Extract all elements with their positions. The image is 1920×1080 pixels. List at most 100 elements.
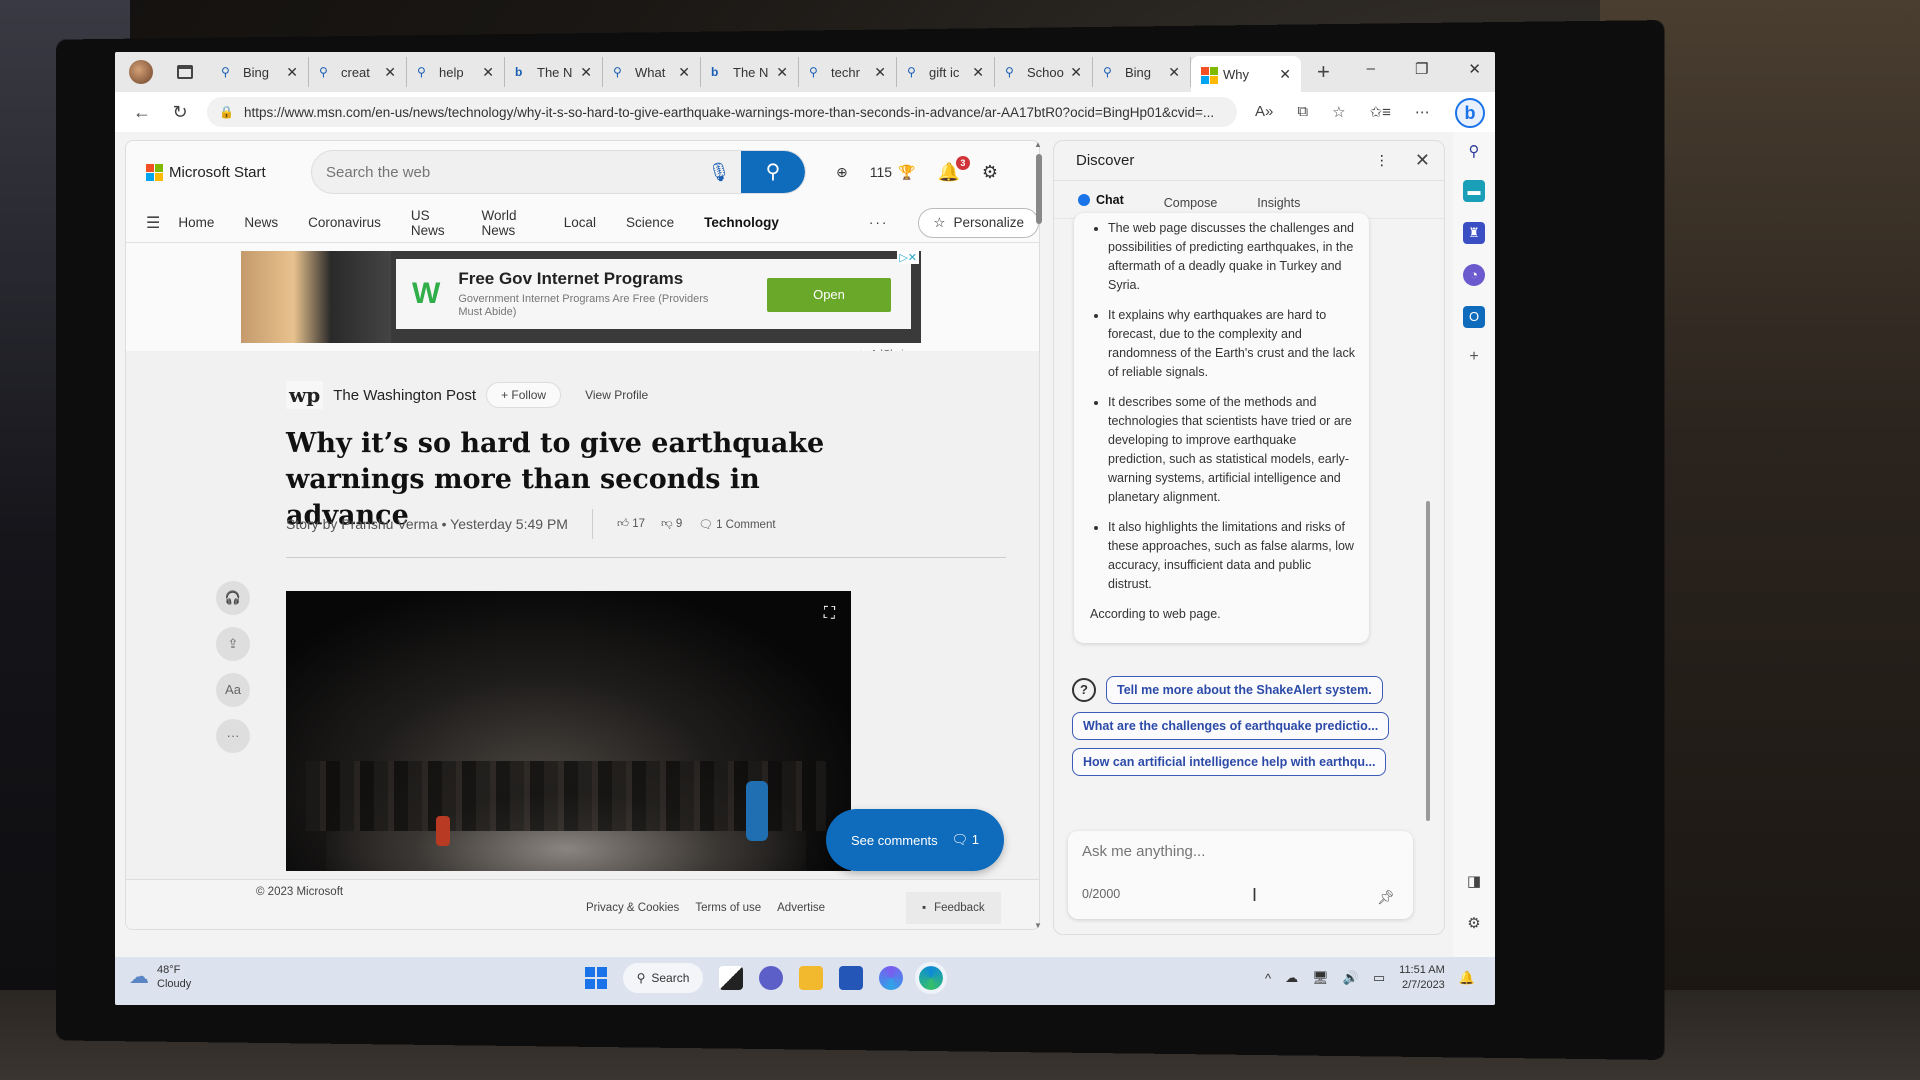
outlook-icon[interactable]: O — [1463, 306, 1485, 328]
share-icon[interactable]: ⇪ — [216, 627, 250, 661]
follow-button[interactable]: + Follow — [486, 382, 562, 408]
ad-title[interactable]: Free Gov Internet Programs — [458, 269, 728, 289]
address-bar[interactable]: 🔒 https://www.msn.com/en-us/news/technol… — [207, 97, 1237, 127]
teams-chat-icon[interactable] — [759, 966, 783, 990]
nav-world-news[interactable]: World News — [481, 208, 533, 238]
feedback-button[interactable]: ▪ Feedback — [906, 892, 1001, 924]
immersive-reader-icon[interactable]: ⧉ — [1297, 103, 1308, 121]
settings-more-icon[interactable]: ⋯ — [1415, 103, 1430, 121]
notifications-button[interactable]: 🔔 3 — [938, 155, 970, 183]
taskbar-search[interactable]: ⚲ Search — [623, 963, 703, 993]
sidebar-settings-gear-icon[interactable]: ⚙ — [1467, 914, 1480, 932]
scroll-down-arrow-icon[interactable]: ▼ — [1034, 921, 1042, 930]
privacy-cookies-link[interactable]: Privacy & Cookies — [586, 902, 679, 914]
favorites-icon[interactable]: ✩≡ — [1370, 103, 1391, 121]
edge-browser-icon[interactable] — [915, 962, 947, 994]
weather-widget[interactable]: ☁ 48°F Cloudy — [129, 963, 191, 991]
terms-of-use-link[interactable]: Terms of use — [695, 902, 761, 914]
text-size-icon[interactable]: Aa — [216, 673, 250, 707]
onedrive-icon[interactable]: ☁ — [1285, 970, 1298, 986]
browser-tab[interactable]: b The N ✕ — [505, 57, 603, 87]
windows-start-icon[interactable] — [585, 967, 607, 989]
tab-actions-icon[interactable] — [177, 65, 193, 79]
pin-icon[interactable]: 📌︎ — [1377, 889, 1395, 906]
comments-link[interactable]: 🗨 1 Comment — [698, 517, 775, 531]
suggestion-chip[interactable]: Tell me more about the ShakeAlert system… — [1106, 676, 1383, 704]
close-icon[interactable]: ✕ — [1415, 150, 1430, 171]
tab-close-icon[interactable]: ✕ — [384, 64, 396, 81]
listen-headphones-icon[interactable]: 🎧 — [216, 581, 250, 615]
clock[interactable]: 11:51 AM 2/7/2023 — [1399, 963, 1445, 993]
advertisement-banner[interactable]: W Free Gov Internet Programs Government … — [241, 251, 921, 343]
close-window-button[interactable]: ✕ — [1468, 60, 1481, 78]
search-button[interactable]: ⚲ — [741, 151, 805, 193]
article-hero-image[interactable]: ⛶ — [286, 591, 851, 871]
scroll-up-arrow-icon[interactable]: ▲ — [1034, 140, 1042, 149]
show-hidden-icons-chevron-icon[interactable]: ^ — [1265, 971, 1271, 986]
tab-close-icon[interactable]: ✕ — [286, 64, 298, 81]
ask-input[interactable] — [1082, 843, 1382, 867]
minimize-button[interactable]: – — [1367, 60, 1375, 78]
microsoft-365-icon[interactable]: ◔ — [1463, 264, 1485, 286]
view-profile-link[interactable]: View Profile — [585, 388, 648, 402]
tab-close-icon[interactable]: ✕ — [1279, 66, 1291, 83]
new-tab-button[interactable]: + — [1317, 59, 1330, 85]
hamburger-menu-icon[interactable]: ☰ — [146, 213, 160, 233]
page-scrollbar[interactable]: ▲ ▼ — [1033, 140, 1045, 930]
browser-tab[interactable]: ⚲ What ✕ — [603, 57, 701, 87]
add-favorite-icon[interactable]: ☆ — [1332, 103, 1345, 121]
shopping-icon[interactable]: ▬ — [1463, 180, 1485, 202]
nav-news[interactable]: News — [244, 215, 278, 230]
nav-science[interactable]: Science — [626, 215, 674, 230]
games-icon[interactable]: ♜ — [1463, 222, 1485, 244]
rewards-button[interactable]: 115 🏆 — [870, 164, 916, 181]
nav-local[interactable]: Local — [564, 215, 596, 230]
bing-chat-icon[interactable]: b — [1455, 98, 1485, 128]
add-account-icon[interactable]: ⊕ — [836, 164, 848, 181]
browser-tab[interactable]: ⚲ help ✕ — [407, 57, 505, 87]
lock-icon[interactable]: 🔒 — [219, 105, 234, 119]
microsoft-store-icon[interactable] — [839, 966, 863, 990]
browser-tab[interactable]: ⚲ creat ✕ — [309, 57, 407, 87]
browser-tab[interactable]: ⚲ Schoo ✕ — [995, 57, 1093, 87]
back-arrow-icon[interactable]: ← — [131, 102, 153, 123]
file-explorer-icon[interactable] — [799, 966, 823, 990]
see-comments-button[interactable]: See comments 🗨 1 — [826, 809, 1004, 871]
publisher-name[interactable]: The Washington Post — [333, 387, 476, 404]
profile-avatar[interactable] — [129, 60, 153, 84]
gear-icon[interactable]: ⚙ — [982, 162, 998, 183]
copilot-app-icon[interactable] — [879, 966, 903, 990]
browser-tab[interactable]: ⚲ gift ic ✕ — [897, 57, 995, 87]
nav-coronavirus[interactable]: Coronavirus — [308, 215, 381, 230]
tab-close-icon[interactable]: ✕ — [678, 64, 690, 81]
battery-icon[interactable]: ▭ — [1373, 970, 1385, 986]
adchoices-icon[interactable]: ▷✕ — [897, 251, 919, 264]
tab-close-icon[interactable]: ✕ — [874, 64, 886, 81]
url-text[interactable]: https://www.msn.com/en-us/news/technolog… — [244, 105, 1214, 120]
nav-more-button[interactable]: ··· — [869, 215, 889, 230]
restore-button[interactable]: ❐ — [1415, 60, 1428, 78]
nav-us-news[interactable]: US News — [411, 208, 452, 238]
tab-close-icon[interactable]: ✕ — [1070, 64, 1082, 81]
microsoft-start-logo[interactable]: Microsoft Start — [146, 163, 311, 181]
nav-technology[interactable]: Technology — [704, 215, 779, 230]
task-view-icon[interactable] — [719, 966, 743, 990]
tab-close-icon[interactable]: ✕ — [482, 64, 494, 81]
dislike-button[interactable]: 👎︎ 9 — [661, 517, 682, 531]
add-sidebar-app-icon[interactable]: + — [1469, 348, 1478, 366]
washington-post-logo[interactable]: wp — [286, 381, 324, 409]
microphone-icon[interactable]: 🎙 — [697, 162, 741, 183]
hide-sidebar-icon[interactable]: ◨ — [1467, 872, 1481, 890]
notification-bell-icon[interactable]: 🔔 — [1459, 970, 1475, 986]
browser-tab[interactable]: ⚲ techr ✕ — [799, 57, 897, 87]
more-options-icon[interactable]: ··· — [216, 719, 250, 753]
fullscreen-expand-icon[interactable]: ⛶ — [824, 605, 835, 623]
suggestion-chip[interactable]: What are the challenges of earthquake pr… — [1072, 712, 1390, 740]
page-scrollbar-thumb[interactable] — [1036, 154, 1042, 224]
tab-close-icon[interactable]: ✕ — [972, 64, 984, 81]
suggestion-chip[interactable]: How can artificial intelligence help wit… — [1072, 748, 1387, 776]
advertise-link[interactable]: Advertise — [777, 902, 825, 914]
network-icon[interactable]: 🖥 — [1312, 970, 1329, 986]
tab-close-icon[interactable]: ✕ — [776, 64, 788, 81]
tab-close-icon[interactable]: ✕ — [1168, 64, 1180, 81]
